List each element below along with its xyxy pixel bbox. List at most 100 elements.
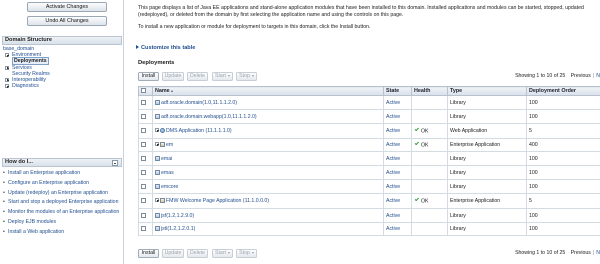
table-row[interactable]: emai Active Library 100 [138, 151, 600, 166]
row-select-cell[interactable] [138, 151, 153, 166]
customize-table-label: Customize this table [141, 45, 196, 51]
deployment-name-link[interactable]: DMS Application (11.1.1.1.0) [166, 128, 232, 134]
tree-item-diagnostics[interactable]: Diagnostics [3, 83, 121, 89]
row-checkbox[interactable] [141, 99, 146, 105]
row-checkbox[interactable] [141, 169, 146, 175]
deployments-toolbar-bottom: Install Update Delete Start Stop Showing… [138, 249, 600, 259]
deployment-name-link[interactable]: em [166, 142, 173, 148]
row-select-cell[interactable] [138, 208, 153, 223]
intro-paragraph: This page displays a list of Java EE app… [138, 5, 584, 18]
update-button[interactable]: Update [162, 72, 184, 81]
expand-arrow-icon [136, 45, 139, 49]
install-button[interactable]: Install [138, 249, 159, 258]
table-row[interactable]: adf.oracle.domain(1.0,11.1.1.2.0) Active L… [138, 95, 600, 110]
previous-link[interactable]: Previous [571, 250, 591, 256]
expand-icon[interactable] [5, 84, 9, 89]
deployment-name-link[interactable]: jstl(1.2,1.2.0.1) [161, 226, 195, 232]
deployment-order-column-header[interactable]: Deployment Order [526, 86, 600, 96]
deployment-name-link[interactable]: FMW Welcome Page Application (11.1.0.0.0… [166, 198, 269, 204]
table-row[interactable]: em Active OK Enterprise Application 400 [138, 138, 600, 152]
row-select-cell[interactable] [138, 123, 153, 139]
start-dropdown[interactable]: Start [212, 72, 233, 81]
library-icon [155, 226, 160, 231]
deployment-name-link[interactable]: adf.oracle.domain.webapp(1.0,11.1.1.2.0) [161, 114, 257, 120]
health-column-header[interactable]: Health [411, 86, 448, 96]
column-label: Name [155, 88, 170, 94]
deployments-table-body: adf.oracle.domain(1.0,11.1.1.2.0) Active L… [138, 95, 600, 236]
how-do-i-link[interactable]: Start and stop a deployed Enterprise app… [3, 199, 123, 206]
row-checkbox[interactable] [141, 198, 146, 203]
expand-icon[interactable] [5, 53, 9, 58]
row-select-cell[interactable] [138, 95, 153, 110]
activate-changes-button[interactable]: Activate Changes [27, 2, 107, 12]
how-do-i-link[interactable]: Update (redeploy) an Enterprise applicat… [3, 190, 123, 197]
row-select-cell[interactable] [138, 193, 153, 209]
deployment-order-cell: 100 [526, 222, 600, 236]
deployment-order-cell: 100 [526, 151, 600, 166]
type-cell: Library [447, 95, 527, 110]
how-do-i-link[interactable]: Install an Enterprise application [3, 170, 123, 177]
how-do-i-link[interactable]: Configure an Enterprise application [3, 180, 123, 187]
delete-button[interactable]: Delete [187, 72, 208, 81]
tree-item-label: Interoperability [12, 76, 47, 83]
table-row[interactable]: emas Active Library 100 [138, 165, 600, 180]
expand-row-icon[interactable] [155, 198, 159, 202]
update-button[interactable]: Update [162, 249, 184, 258]
next-link[interactable]: N [596, 73, 600, 79]
previous-link[interactable]: Previous [571, 73, 591, 79]
table-row[interactable]: FMW Welcome Page Application (11.1.0.0.0… [138, 193, 600, 209]
next-link[interactable]: N [596, 250, 600, 256]
deployment-order-cell: 400 [526, 138, 600, 152]
row-checkbox[interactable] [141, 183, 146, 189]
select-all-checkbox[interactable] [141, 88, 146, 93]
deployment-name-link[interactable]: jsf(1.2,1.2.9.0) [161, 213, 194, 219]
expand-row-icon[interactable] [155, 142, 159, 146]
install-button[interactable]: Install [138, 72, 159, 81]
deployment-name-link[interactable]: emai [161, 156, 172, 162]
deployment-name-link[interactable]: emcore [161, 184, 178, 190]
row-checkbox[interactable] [141, 142, 146, 147]
customize-table-link[interactable]: Customize this table [136, 45, 195, 51]
type-column-header[interactable]: Type [447, 86, 527, 96]
state-cell: Active [383, 222, 412, 236]
deployments-title: Deployments [138, 60, 175, 66]
collapse-icon[interactable] [112, 160, 118, 166]
table-row[interactable]: DMS Application (11.1.1.1.0) Active OK Web … [138, 123, 600, 139]
table-row[interactable]: jstl(1.2,1.2.0.1) Active Library 100 [138, 222, 600, 236]
type-cell: Library [447, 208, 527, 223]
row-checkbox[interactable] [141, 128, 146, 133]
row-select-cell[interactable] [138, 179, 153, 194]
health-cell: OK [411, 123, 448, 139]
row-checkbox[interactable] [141, 226, 146, 231]
how-do-i-link[interactable]: Install a Web application [3, 229, 123, 236]
how-do-i-link[interactable]: Monitor the modules of an Enterprise app… [3, 209, 123, 216]
table-row[interactable]: jsf(1.2,1.2.9.0) Active Library 100 [138, 208, 600, 223]
table-row[interactable]: emcore Active Library 100 [138, 179, 600, 194]
row-select-cell[interactable] [138, 222, 153, 236]
state-column-header[interactable]: State [383, 86, 412, 96]
row-checkbox[interactable] [141, 155, 146, 161]
delete-button[interactable]: Delete [187, 249, 208, 258]
deployment-name-link[interactable]: emas [161, 170, 174, 176]
expand-icon[interactable] [5, 77, 9, 82]
deployment-name-link[interactable]: adf.oracle.domain(1.0,11.1.1.2.0) [161, 100, 237, 106]
expand-row-icon[interactable] [155, 128, 159, 132]
start-dropdown[interactable]: Start [212, 249, 233, 258]
type-cell: Library [447, 165, 527, 180]
how-do-i-link[interactable]: Deploy EJB modules [3, 219, 123, 226]
row-select-cell[interactable] [138, 138, 153, 152]
undo-all-changes-button[interactable]: Undo All Changes [27, 16, 107, 26]
select-all-header[interactable] [138, 86, 153, 96]
table-row[interactable]: adf.oracle.domain.webapp(1.0,11.1.1.2.0)… [138, 109, 600, 124]
row-checkbox[interactable] [141, 212, 146, 218]
name-column-header[interactable]: Name [152, 86, 384, 96]
row-select-cell[interactable] [138, 109, 153, 124]
row-checkbox[interactable] [141, 113, 146, 119]
stop-dropdown[interactable]: Stop [236, 249, 257, 258]
stop-dropdown[interactable]: Stop [236, 72, 257, 81]
web-application-icon [160, 128, 165, 133]
row-select-cell[interactable] [138, 165, 153, 180]
expand-icon[interactable] [5, 65, 9, 70]
deployment-name-cell: jsf(1.2,1.2.9.0) [152, 208, 384, 223]
domain-structure-header: Domain Structure [2, 36, 122, 45]
